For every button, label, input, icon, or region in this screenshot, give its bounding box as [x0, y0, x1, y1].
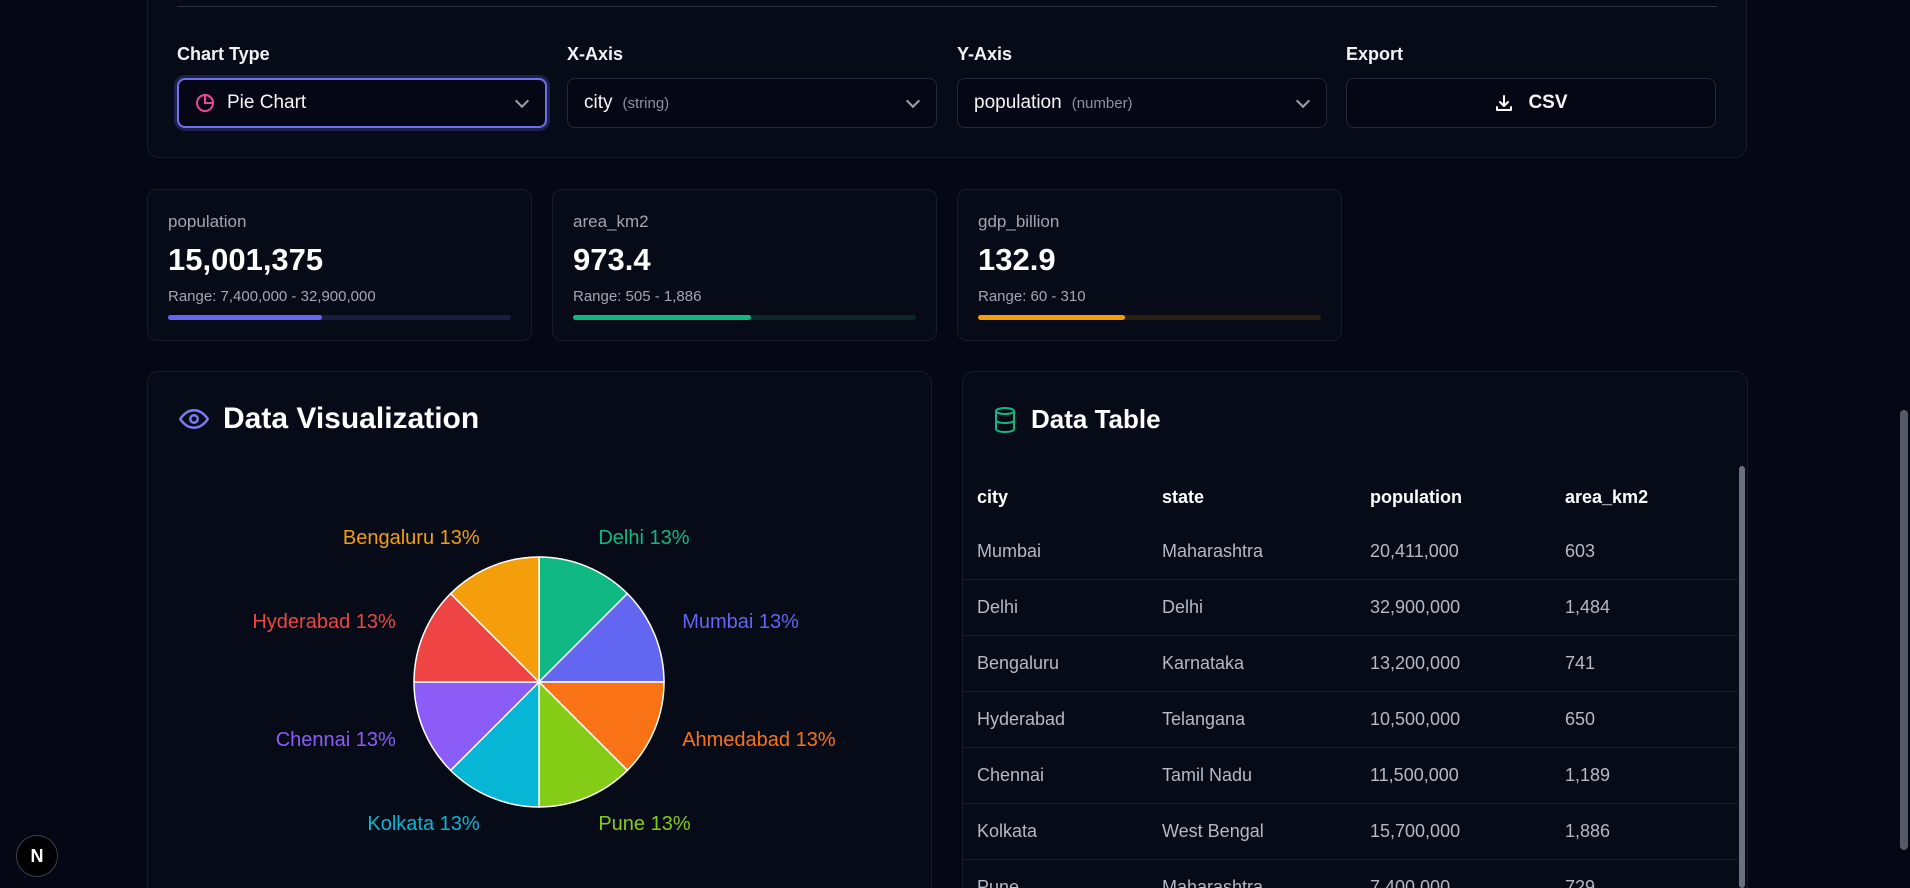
table-cell-population: 7,400,000: [1370, 877, 1451, 888]
pie-label-mumbai: Mumbai 13%: [682, 610, 799, 633]
table-scrollbar[interactable]: [1739, 466, 1745, 888]
stat-value: 132.9: [978, 242, 1056, 277]
table-row[interactable]: Kolkata West Bengal 15,700,000 1,886: [962, 804, 1738, 860]
table-cell-city: Bengaluru: [977, 653, 1060, 673]
table-cell-population: 13,200,000: [1370, 653, 1461, 673]
table-cell-city: Mumbai: [977, 541, 1042, 561]
pie-label-chennai: Chennai 13%: [275, 729, 396, 752]
chevron-down-icon: [1295, 93, 1311, 109]
pie-chart: [413, 556, 665, 808]
y-axis-label: Y-Axis: [957, 44, 1013, 64]
table-cell-area_km2: 729: [1565, 877, 1596, 888]
table-cell-state: Delhi: [1162, 597, 1204, 617]
column-header-population[interactable]: population: [1370, 487, 1565, 508]
table-cell-city: Pune: [977, 877, 1020, 888]
table-row[interactable]: Mumbai Maharashtra 20,411,000 603: [962, 524, 1738, 580]
table-title: Data Table: [993, 404, 1161, 435]
table-body: Mumbai Maharashtra 20,411,000 603 Delhi Delhi…: [962, 524, 1738, 888]
table-row[interactable]: Chennai Tamil Nadu 11,500,000 1,189: [962, 748, 1738, 804]
table-cell-area_km2: 1,886: [1565, 821, 1611, 841]
table-cell-area_km2: 603: [1565, 541, 1596, 561]
table-title-text: Data Table: [1031, 404, 1161, 434]
export-csv-button[interactable]: CSV: [1346, 78, 1716, 128]
database-icon: [993, 406, 1017, 434]
pie-label-pune: Pune 13%: [598, 813, 691, 836]
table-cell-population: 10,500,000: [1370, 709, 1461, 729]
table-row[interactable]: Hyderabad Telangana 10,500,000 650: [962, 692, 1738, 748]
table-cell-state: Karnataka: [1162, 653, 1245, 673]
pie-label-delhi: Delhi 13%: [598, 526, 690, 549]
pie-label-hyderabad: Hyderabad 13%: [252, 610, 396, 633]
nextjs-badge[interactable]: N: [16, 835, 58, 877]
table-cell-state: Maharashtra: [1162, 877, 1264, 888]
table-cell-area_km2: 741: [1565, 653, 1596, 673]
data-table: city state population area_km2 Mumbai Mahara…: [962, 470, 1738, 888]
table-cell-state: Telangana: [1162, 709, 1246, 729]
stat-name: gdp_billion: [978, 212, 1060, 231]
stat-range: Range: 60 - 310: [978, 288, 1086, 305]
y-axis-value: population: [974, 92, 1062, 113]
table-cell-area_km2: 650: [1565, 709, 1596, 729]
pie-label-kolkata: Kolkata 13%: [367, 813, 480, 836]
table-row[interactable]: Delhi Delhi 32,900,000 1,484: [962, 580, 1738, 636]
table-cell-population: 11,500,000: [1370, 765, 1459, 785]
download-icon: [1494, 93, 1514, 113]
table-header: city state population area_km2: [962, 470, 1738, 524]
stat-card-gdp_billion: gdp_billion 132.9 Range: 60 - 310: [957, 189, 1342, 341]
column-header-area_km2[interactable]: area_km2: [1565, 487, 1715, 508]
csv-label: CSV: [1528, 92, 1568, 113]
pie-label-ahmedabad: Ahmedabad 13%: [682, 729, 836, 752]
export-label: Export: [1346, 44, 1404, 64]
table-cell-population: 32,900,000: [1370, 597, 1461, 617]
table-row[interactable]: Pune Maharashtra 7,400,000 729: [962, 860, 1738, 888]
table-cell-city: Delhi: [977, 597, 1019, 617]
table-cell-state: Tamil Nadu: [1162, 765, 1253, 785]
badge-letter: N: [30, 845, 44, 866]
table-cell-city: Hyderabad: [977, 709, 1066, 729]
pie-label-bengaluru: Bengaluru 13%: [342, 526, 480, 549]
table-cell-state: West Bengal: [1162, 821, 1264, 841]
table-cell-area_km2: 1,484: [1565, 597, 1611, 617]
stat-bar-track: [978, 315, 1321, 320]
table-cell-population: 15,700,000: [1370, 821, 1461, 841]
stat-bar-fill: [978, 315, 1126, 320]
table-cell-city: Chennai: [977, 765, 1045, 785]
table-row[interactable]: Bengaluru Karnataka 13,200,000 741: [962, 636, 1738, 692]
table-cell-city: Kolkata: [977, 821, 1038, 841]
table-cell-area_km2: 1,189: [1565, 765, 1611, 785]
y-axis-select[interactable]: population (number): [957, 78, 1327, 128]
page-scrollbar[interactable]: [1900, 410, 1908, 850]
column-header-state[interactable]: state: [1162, 487, 1370, 508]
column-header-city[interactable]: city: [962, 487, 1162, 508]
table-cell-state: Maharashtra: [1162, 541, 1264, 561]
y-axis-type-hint: (number): [1071, 94, 1133, 112]
table-cell-population: 20,411,000: [1370, 541, 1459, 561]
